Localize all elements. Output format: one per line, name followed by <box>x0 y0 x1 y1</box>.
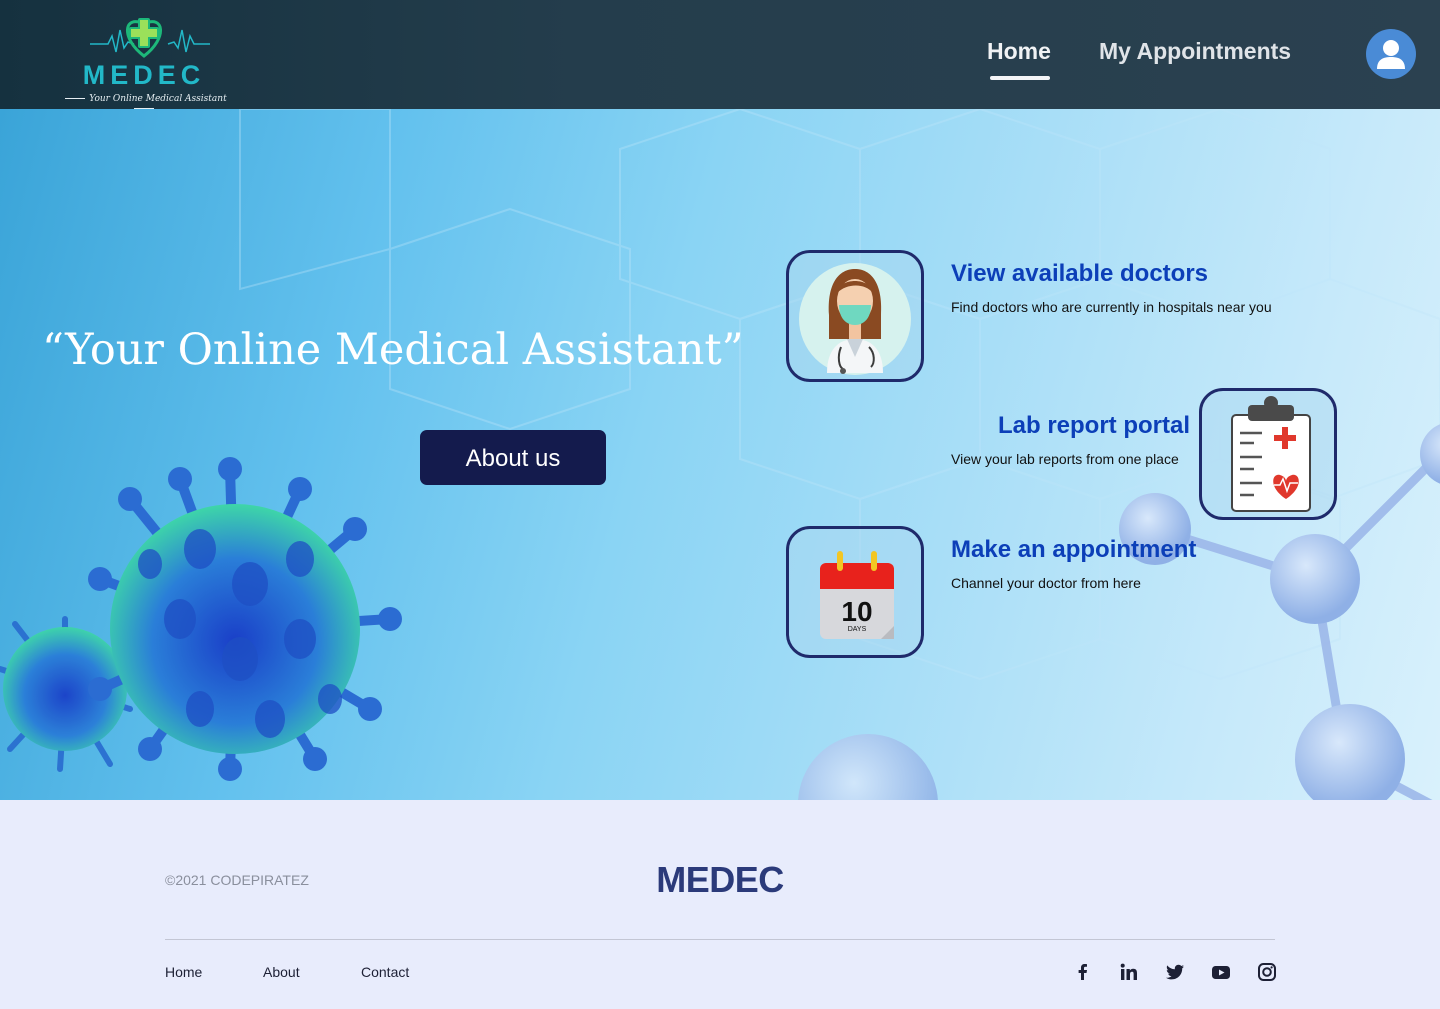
top-nav-bar: MEDEC Your Online Medical Assistant Home… <box>0 0 1440 109</box>
card-desc-lab-report: View your lab reports from one place <box>951 451 1179 467</box>
logo-wordmark: MEDEC <box>82 60 206 90</box>
heartbeat-cross-icon <box>90 18 210 58</box>
card-title-doctors[interactable]: View available doctors <box>951 260 1208 288</box>
youtube-icon[interactable] <box>1211 962 1231 982</box>
instagram-icon[interactable] <box>1257 962 1277 982</box>
hero-tagline: “Your Online Medical Assistant” <box>42 325 744 375</box>
user-avatar-icon[interactable] <box>1366 29 1416 79</box>
nav-my-appointments-link[interactable]: My Appointments <box>1099 38 1291 65</box>
footer-brand: MEDEC <box>656 859 784 900</box>
calendar-day-unit: DAYS <box>848 626 867 633</box>
footer-link-home[interactable]: Home <box>165 964 202 980</box>
clipboard-icon[interactable] <box>1199 388 1337 520</box>
card-title-appointment[interactable]: Make an appointment <box>951 536 1196 564</box>
footer-divider <box>165 939 1275 940</box>
footer: ©2021 CODEPIRATEZ MEDEC Home About Conta… <box>0 800 1440 1009</box>
about-us-button[interactable]: About us <box>420 430 606 485</box>
hero-section: “Your Online Medical Assistant” About us… <box>0 109 1440 800</box>
card-desc-appointment: Channel your doctor from here <box>951 575 1141 591</box>
doctor-icon[interactable] <box>786 250 924 382</box>
linkedin-icon[interactable] <box>1119 962 1139 982</box>
facebook-icon[interactable] <box>1073 962 1093 982</box>
nav-home-link[interactable]: Home <box>987 38 1051 65</box>
card-title-lab-report[interactable]: Lab report portal <box>998 412 1190 440</box>
twitter-icon[interactable] <box>1165 962 1185 982</box>
copyright-text: ©2021 CODEPIRATEZ <box>165 872 309 888</box>
calendar-day-number: 10 <box>841 596 872 627</box>
footer-link-about[interactable]: About <box>263 964 300 980</box>
nav-active-indicator <box>990 76 1050 80</box>
footer-link-contact[interactable]: Contact <box>361 964 409 980</box>
calendar-icon[interactable]: 10 DAYS <box>786 526 924 658</box>
large-virus <box>88 457 402 781</box>
card-desc-doctors: Find doctors who are currently in hospit… <box>951 299 1272 315</box>
medec-logo[interactable]: MEDEC Your Online Medical Assistant <box>60 8 230 108</box>
